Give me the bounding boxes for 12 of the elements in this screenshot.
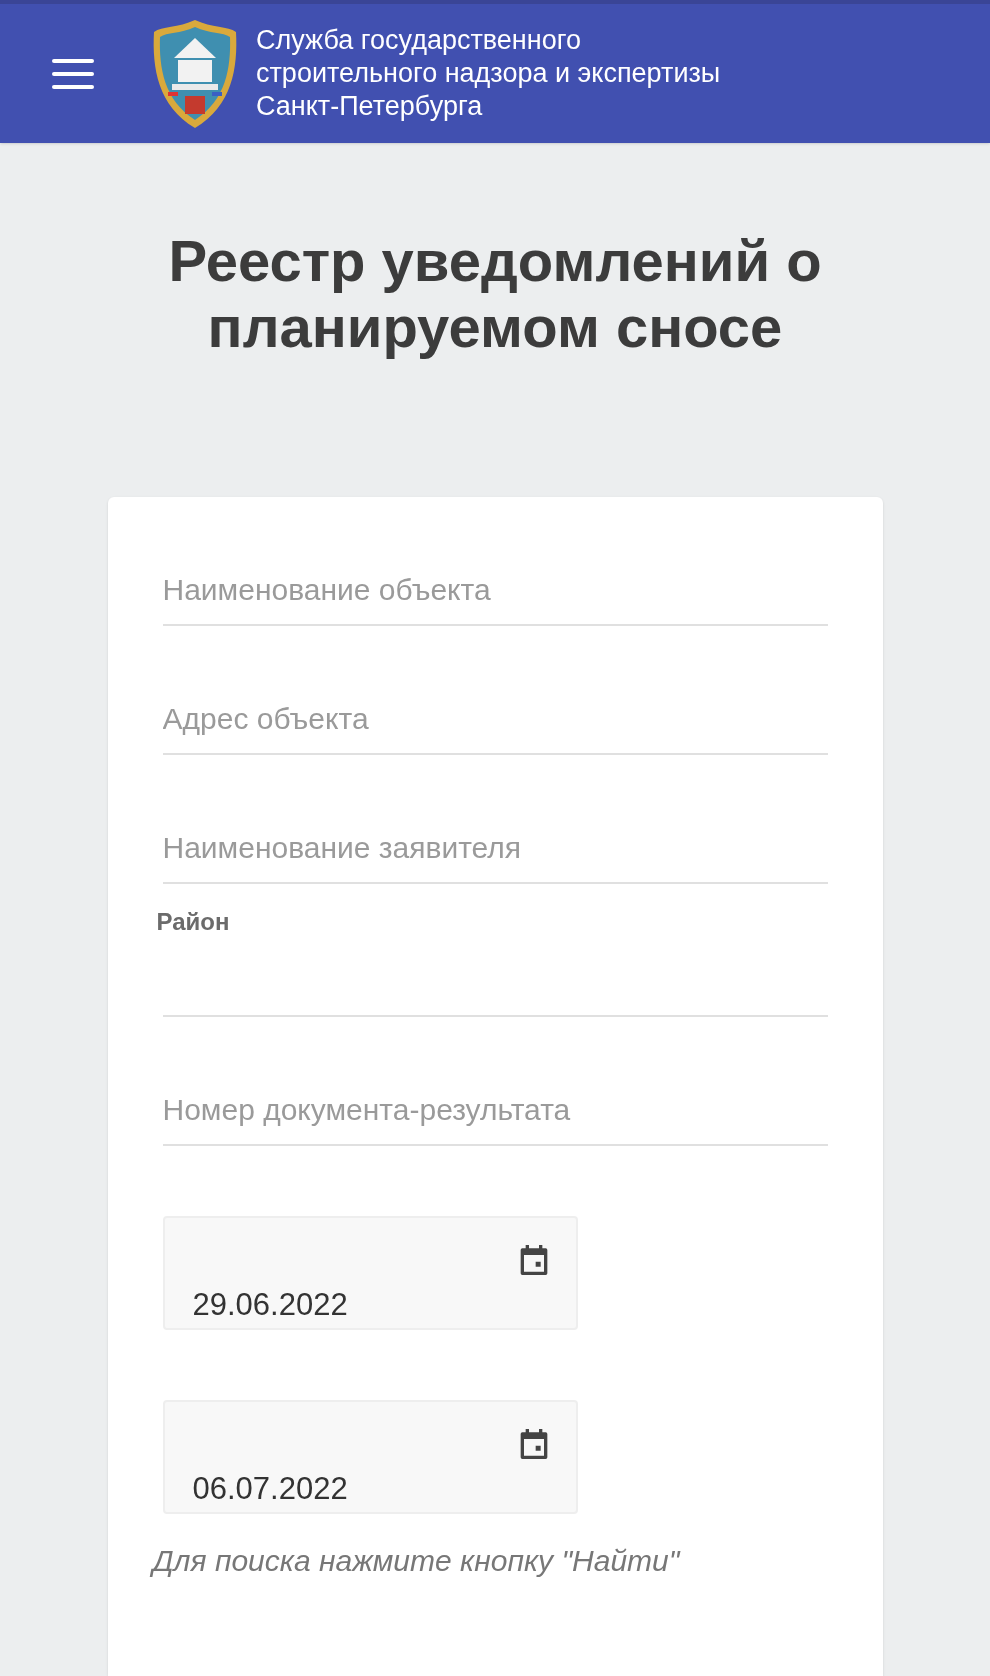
text-field[interactable]: Наименование объекта bbox=[162, 567, 828, 626]
text-field[interactable]: Наименование заявителя bbox=[162, 825, 828, 884]
page-title: Реестр уведомлений о планируемом сносе bbox=[167, 228, 823, 360]
date-field[interactable]: 29.06.2022 bbox=[162, 1216, 578, 1330]
date-field[interactable]: 06.07.2022 bbox=[162, 1400, 578, 1514]
text-field[interactable]: Адрес объекта bbox=[162, 696, 828, 755]
agency-name: Служба государственного bbox=[256, 24, 582, 57]
text-field[interactable]: Номер документа-результата bbox=[162, 1087, 828, 1146]
field-label: Район bbox=[156, 907, 230, 937]
menu-icon[interactable] bbox=[52, 58, 94, 89]
agency-name: Санкт-Петербурга bbox=[256, 90, 484, 123]
agency-name: строительного надзора и экспертизы bbox=[256, 57, 721, 90]
